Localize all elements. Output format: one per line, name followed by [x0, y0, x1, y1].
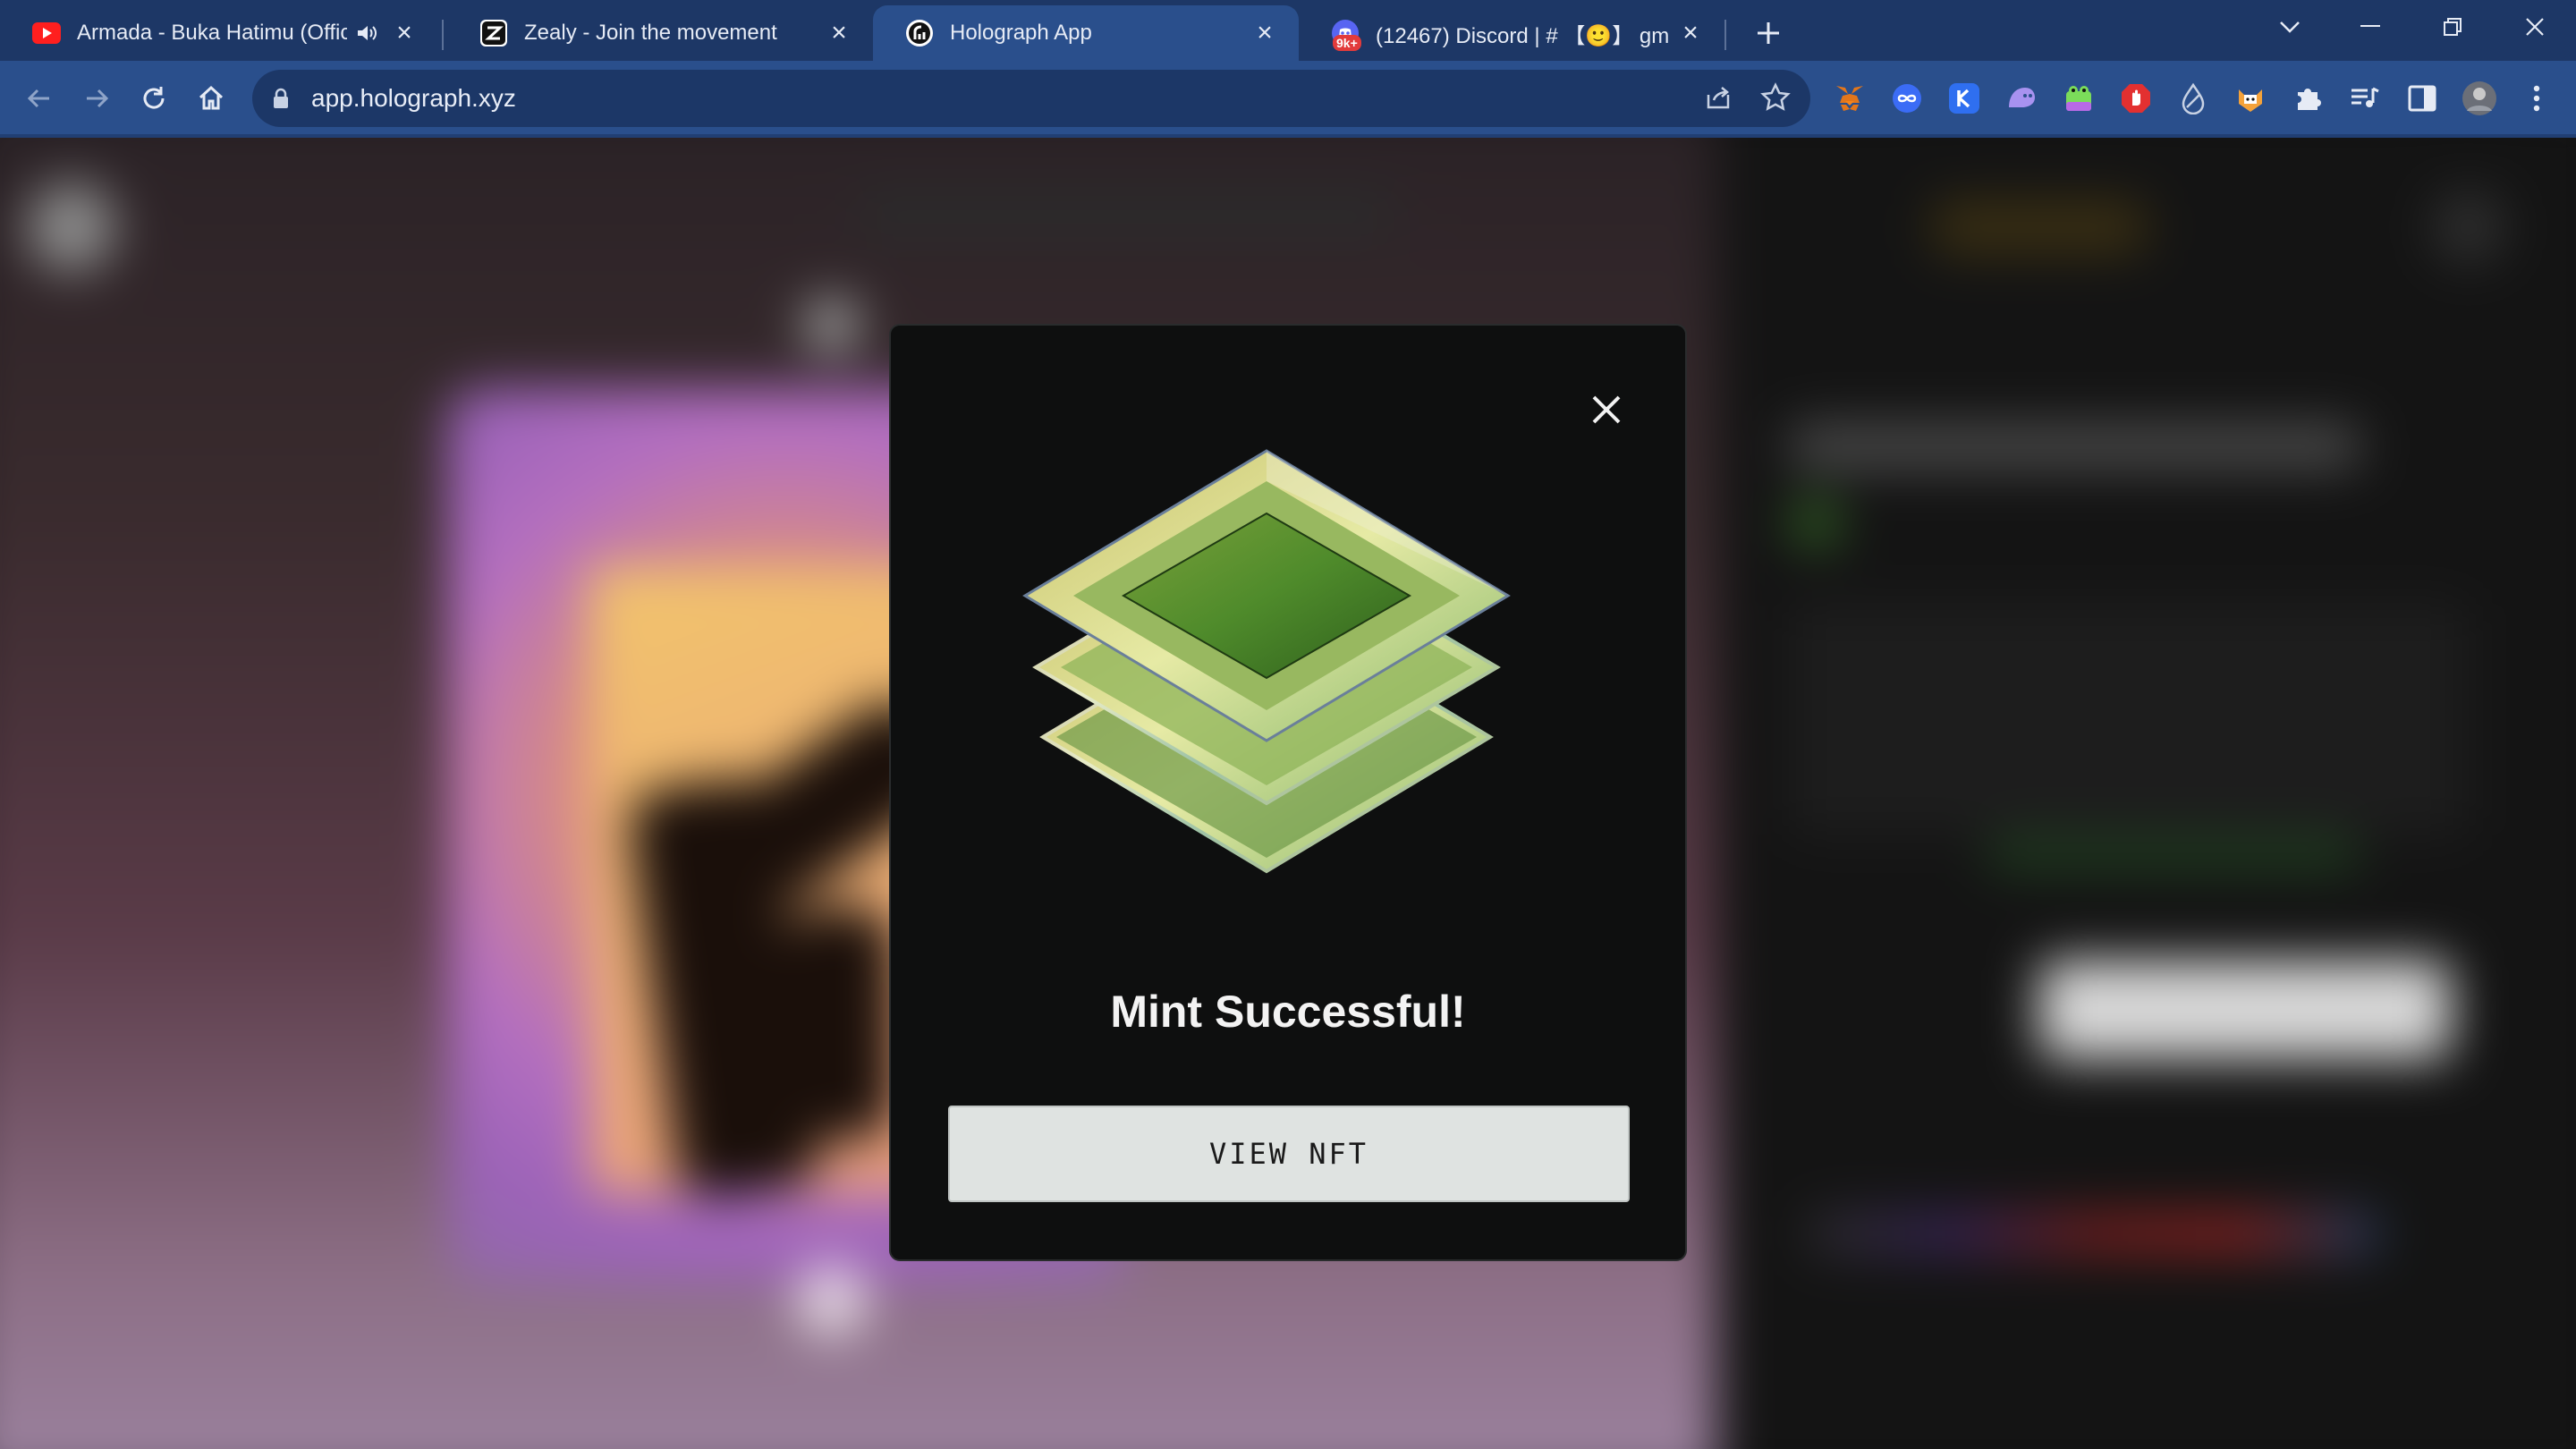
chrome-menu-icon[interactable]	[2519, 80, 2555, 116]
avatar-blurred	[2433, 191, 2504, 263]
profile-avatar-icon[interactable]	[2462, 80, 2497, 116]
back-icon[interactable]	[14, 73, 64, 123]
tab-search-icon[interactable]	[2263, 4, 2317, 50]
home-icon[interactable]	[186, 73, 236, 123]
description-blurred	[1789, 603, 2469, 835]
side-panel-icon[interactable]	[2404, 80, 2440, 116]
tab-holograph[interactable]: Holograph App ×	[873, 5, 1299, 61]
holograph-layers-illustration	[1007, 433, 1526, 916]
new-tab-button[interactable]	[1746, 11, 1791, 55]
close-icon[interactable]	[1578, 381, 1635, 438]
address-bar[interactable]: app.holograph.xyz	[252, 70, 1810, 127]
droplet-icon[interactable]	[2175, 80, 2211, 116]
tab-title: (12467) Discord | # 【🙂】 gm | H	[1376, 23, 1674, 48]
url-text[interactable]: app.holograph.xyz	[311, 70, 516, 127]
tab-youtube[interactable]: Armada - Buka Hatimu (Offic ×	[0, 5, 438, 61]
infinity-extension-icon[interactable]	[1889, 80, 1925, 116]
wallet-button-blurred	[1932, 200, 2147, 254]
discord-icon: 9k+	[1331, 19, 1361, 51]
frog-extension-icon[interactable]	[2061, 80, 2097, 116]
lock-icon[interactable]	[272, 88, 290, 114]
adblock-hand-icon[interactable]	[2118, 80, 2154, 116]
share-icon[interactable]	[1703, 82, 1733, 117]
close-tab-icon[interactable]: ×	[1674, 17, 1707, 49]
browser-toolbar: app.holograph.xyz	[0, 61, 2576, 136]
metamask-icon[interactable]	[1832, 80, 1868, 116]
carousel-dot	[796, 1265, 868, 1336]
nav-links-blurred	[859, 191, 1395, 236]
forward-icon[interactable]	[72, 73, 122, 123]
youtube-icon	[32, 19, 61, 47]
tab-title: Zealy - Join the movement	[524, 21, 777, 45]
nav-dot	[805, 299, 859, 352]
holograph-icon	[905, 19, 934, 47]
media-control-icon[interactable]	[2347, 80, 2383, 116]
nft-title-blurred	[1789, 424, 2361, 469]
tab-separator	[442, 20, 444, 50]
bookmark-star-icon[interactable]	[1760, 82, 1791, 117]
price-bar-blurred	[1986, 835, 2361, 871]
extensions-puzzle-icon[interactable]	[2290, 80, 2326, 116]
speaker-icon[interactable]	[356, 23, 379, 43]
fox-extension-icon[interactable]	[2233, 80, 2268, 116]
keplr-icon[interactable]	[1946, 80, 1982, 116]
tab-strip: Armada - Buka Hatimu (Offic × Zealy - Jo…	[0, 0, 2576, 61]
close-tab-icon[interactable]: ×	[388, 17, 420, 49]
app-logo-blurred	[27, 182, 116, 272]
reload-icon[interactable]	[129, 73, 179, 123]
ghost-extension-icon[interactable]	[2004, 80, 2039, 116]
close-tab-icon[interactable]: ×	[823, 17, 855, 49]
restore-icon[interactable]	[2426, 4, 2479, 50]
tab-discord[interactable]: 9k+ (12467) Discord | # 【🙂】 gm | H ×	[1299, 5, 1724, 61]
close-window-icon[interactable]	[2508, 4, 2562, 50]
modal-title: Mint Successful!	[1110, 987, 1466, 1037]
mint-success-modal: Mint Successful! VIEW NFT	[889, 324, 1687, 1261]
mint-button-blurred	[2039, 961, 2451, 1059]
close-tab-icon[interactable]: ×	[1249, 17, 1281, 49]
tab-title: Armada - Buka Hatimu (Offic	[77, 21, 347, 45]
minimize-icon[interactable]	[2343, 4, 2397, 50]
creator-avatar-blurred	[1789, 496, 1843, 549]
tab-zealy[interactable]: Zealy - Join the movement ×	[447, 5, 873, 61]
artwork-glyph	[787, 907, 894, 1140]
chain-icons-blurred	[1807, 1211, 2379, 1256]
view-nft-button[interactable]: VIEW NFT	[948, 1106, 1630, 1202]
tab-separator	[1724, 20, 1726, 50]
zealy-icon	[479, 19, 508, 47]
tab-title: Holograph App	[950, 21, 1092, 45]
notification-badge: 9k+	[1333, 35, 1361, 51]
